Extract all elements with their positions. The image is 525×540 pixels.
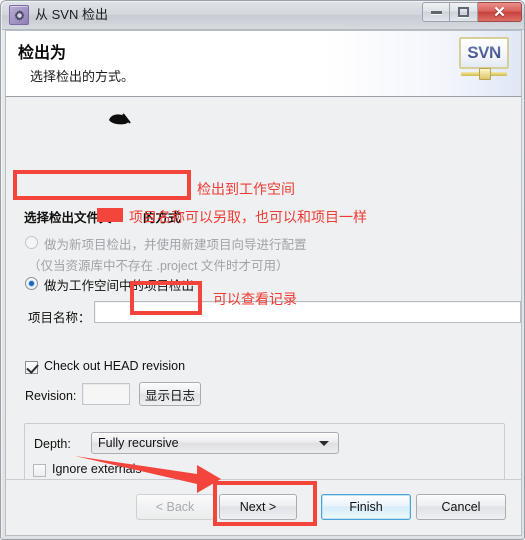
head-revision-label: Check out HEAD revision: [44, 359, 186, 373]
svn-logo-knob: [479, 68, 491, 80]
maximize-icon: [458, 7, 469, 17]
annotation-view-log-note: 可以查看记录: [213, 291, 297, 307]
annotation-checkout-workspace: 检出到工作空间: [197, 181, 295, 197]
annotation-box-workspace-radio: [13, 170, 191, 200]
page-subtitle: 选择检出的方式。: [30, 69, 135, 84]
dialog-header: 检出为 选择检出的方式。 SVN: [5, 30, 522, 97]
minimize-button[interactable]: [422, 2, 450, 22]
svn-checkout-dialog: 从 SVN 检出 ✕ 检出为 选择检出的方式。 SVN 选择检出文件夹 的方式 …: [0, 0, 525, 540]
window-title: 从 SVN 检出: [35, 7, 108, 22]
page-title: 检出为: [18, 45, 67, 62]
revision-input[interactable]: [82, 383, 130, 405]
annotation-arrow: [75, 456, 221, 493]
close-icon: ✕: [493, 3, 506, 21]
gear-icon: [9, 5, 29, 25]
close-button[interactable]: ✕: [478, 2, 522, 22]
annotation-project-name-note: 项目名称可以另取，也可以和项目一样: [129, 209, 367, 225]
project-name-label: 项目名称：: [28, 311, 91, 325]
window-controls: ✕: [422, 2, 522, 22]
svn-logo: SVN: [459, 37, 509, 83]
svn-logo-text: SVN: [467, 43, 501, 62]
title-bar: 从 SVN 检出 ✕: [1, 1, 524, 30]
show-log-button[interactable]: 显示日志: [139, 382, 201, 406]
maximize-button[interactable]: [450, 2, 478, 22]
title-bar-left: 从 SVN 检出: [9, 5, 108, 25]
radio-workspace-project[interactable]: [25, 277, 38, 290]
annotation-box-show-log: [130, 281, 202, 315]
svn-logo-box: SVN: [459, 37, 509, 69]
redaction-project-name: [97, 208, 123, 222]
head-revision-checkbox[interactable]: [25, 361, 38, 374]
radio-new-project[interactable]: [25, 236, 38, 249]
revision-label: Revision:: [25, 389, 77, 403]
radio-new-project-label: 做为新项目检出，并使用新建项目向导进行配置: [44, 238, 307, 252]
redaction-scribble: [109, 113, 131, 125]
radio-new-project-hint: （仅当资源库中不存在 .project 文件时才可用）: [28, 259, 289, 273]
minimize-icon: [430, 10, 442, 14]
